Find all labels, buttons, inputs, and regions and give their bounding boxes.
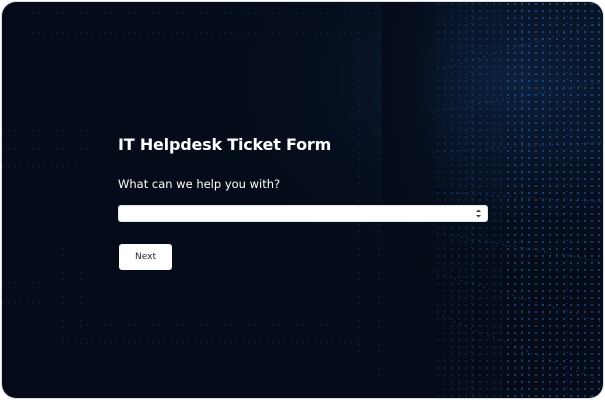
updown-chevron-icon bbox=[476, 209, 481, 218]
app-window: IT Helpdesk Ticket Form What can we help… bbox=[2, 2, 603, 398]
page-title: IT Helpdesk Ticket Form bbox=[118, 135, 332, 154]
ticket-form: IT Helpdesk Ticket Form What can we help… bbox=[118, 135, 490, 270]
next-button[interactable]: Next bbox=[119, 244, 172, 270]
question-label: What can we help you with? bbox=[118, 177, 281, 191]
help-topic-select[interactable] bbox=[118, 205, 488, 222]
